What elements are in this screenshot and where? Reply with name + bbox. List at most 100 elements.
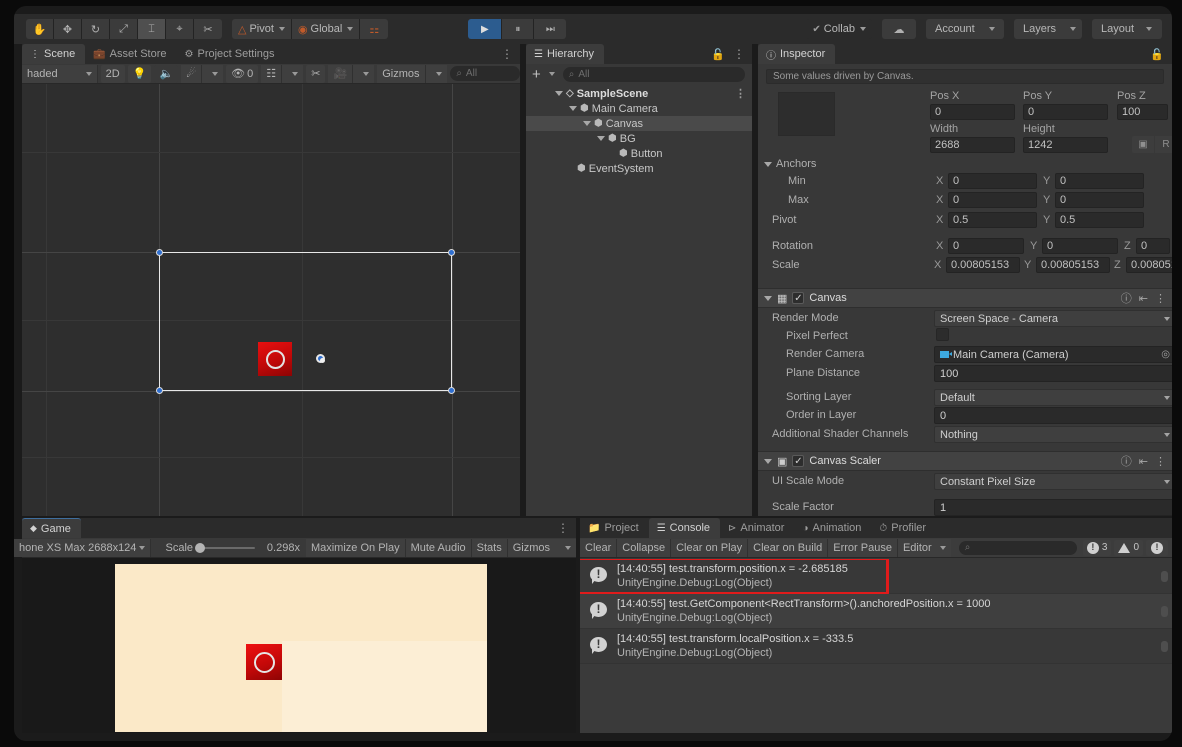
account-button[interactable]: Account xyxy=(925,19,1004,39)
transform-tool-button[interactable]: ⌖ xyxy=(166,19,194,39)
canvas-component-header[interactable]: ▦ ✓ Canvas ⓘ ⇤ ⋮ xyxy=(758,288,1172,308)
pos-y-field[interactable]: 0 xyxy=(1023,104,1108,120)
collapse-toggle[interactable]: Collapse xyxy=(617,538,672,557)
anchor-preset-button[interactable] xyxy=(778,92,835,136)
render-camera-field[interactable]: Main Camera (Camera) ◎ xyxy=(934,346,1172,363)
anchor-max-y-field[interactable]: 0 xyxy=(1055,192,1144,208)
preset-icon[interactable]: ⇤ xyxy=(1139,292,1148,305)
rotation-x-field[interactable]: 0 xyxy=(948,238,1024,254)
scrollbar-thumb[interactable] xyxy=(1161,571,1168,582)
scene-camera-button[interactable]: 🎥 xyxy=(328,64,354,83)
clear-on-build-toggle[interactable]: Clear on Build xyxy=(748,538,829,557)
pause-button[interactable]: ⏸ xyxy=(502,19,535,39)
kebab-icon[interactable]: ⋮ xyxy=(1155,292,1166,305)
hierarchy-item-button[interactable]: ⬢ Button xyxy=(526,146,752,161)
hidden-objects-button[interactable]: 👁 0 xyxy=(226,64,259,83)
hierarchy-search-input[interactable]: ⌕ All xyxy=(562,66,745,82)
clear-on-play-toggle[interactable]: Clear on Play xyxy=(671,538,749,557)
chevron-down-icon[interactable] xyxy=(569,106,577,111)
scrollbar-thumb[interactable] xyxy=(1161,641,1168,652)
console-log-list[interactable]: ! [14:40:55] test.transform.position.x =… xyxy=(580,559,1172,733)
scrollbar-thumb[interactable] xyxy=(1161,606,1168,617)
hierarchy-item-main-camera[interactable]: ⬢ Main Camera xyxy=(526,101,752,116)
canvas-scaler-enabled-checkbox[interactable]: ✓ xyxy=(792,455,805,467)
pivot-y-field[interactable]: 0.5 xyxy=(1055,212,1144,228)
anchor-min-x-field[interactable]: 0 xyxy=(948,173,1037,189)
canvas-enabled-checkbox[interactable]: ✓ xyxy=(792,292,805,304)
rotation-z-field[interactable]: 0 xyxy=(1136,238,1170,254)
add-gameobject-button[interactable]: + xyxy=(532,67,555,82)
blueprint-mode-icon[interactable]: ▣ xyxy=(1132,136,1154,153)
chevron-down-icon[interactable] xyxy=(764,458,772,464)
scene-viewport[interactable]: Tools No custom tools available xyxy=(22,84,520,516)
tab-scene[interactable]: ⋮ Scene xyxy=(22,44,86,64)
order-in-layer-field[interactable]: 0 xyxy=(934,407,1172,424)
warning-count-badge[interactable]: 0 xyxy=(1114,539,1143,556)
move-tool-button[interactable]: ✥ xyxy=(54,19,82,39)
ui-scale-mode-dropdown[interactable]: Constant Pixel Size xyxy=(934,473,1172,490)
chevron-down-icon[interactable] xyxy=(583,121,591,126)
audio-toggle[interactable]: 🔈 xyxy=(154,64,179,83)
render-mode-dropdown[interactable]: Screen Space - Camera xyxy=(934,310,1172,327)
error-count-badge[interactable]: ! 3 xyxy=(1082,539,1112,556)
global-toggle[interactable]: ◉ Global xyxy=(291,19,361,39)
chevron-down-icon[interactable] xyxy=(597,136,605,141)
scene-search-input[interactable]: ⌕ All xyxy=(450,66,521,81)
anchors-foldout[interactable]: Anchors xyxy=(764,158,816,170)
clear-button[interactable]: Clear xyxy=(580,538,618,557)
game-gizmos-toggle[interactable]: Gizmos xyxy=(507,538,555,557)
tab-profiler[interactable]: ⏱ Profiler xyxy=(871,518,936,538)
sorting-layer-dropdown[interactable]: Default xyxy=(934,389,1172,406)
rotate-tool-button[interactable]: ↻ xyxy=(82,19,110,39)
maximize-on-play-toggle[interactable]: Maximize On Play xyxy=(305,538,406,557)
lock-icon[interactable]: 🔓 xyxy=(711,48,725,61)
chevron-down-icon[interactable] xyxy=(555,91,563,96)
tab-inspector[interactable]: ⓘ Inspector xyxy=(758,44,836,64)
rect-tool-button[interactable]: ⌶ xyxy=(138,19,166,39)
game-panel-menu[interactable]: ⋮ xyxy=(557,518,576,538)
tab-project-settings[interactable]: ⚙ Project Settings xyxy=(177,44,285,64)
pivot-toggle[interactable]: △ Pivot xyxy=(232,19,292,39)
tab-console[interactable]: ☰ Console xyxy=(648,518,721,538)
cloud-button[interactable]: ☁ xyxy=(881,19,916,39)
stats-toggle[interactable]: Stats xyxy=(471,538,508,557)
console-log-row[interactable]: ! [14:40:55] test.transform.position.x =… xyxy=(580,559,1172,595)
help-icon[interactable]: ⓘ xyxy=(1121,290,1132,306)
anchor-max-x-field[interactable]: 0 xyxy=(948,192,1037,208)
mute-audio-toggle[interactable]: Mute Audio xyxy=(405,538,472,557)
tab-game[interactable]: ◆ Game xyxy=(22,518,81,538)
kebab-icon[interactable]: ⋮ xyxy=(1155,455,1166,468)
log-count-badge[interactable]: ! xyxy=(1146,539,1168,556)
pivot-x-field[interactable]: 0.5 xyxy=(948,212,1037,228)
game-button-object[interactable] xyxy=(246,644,282,680)
help-icon[interactable]: ⓘ xyxy=(1121,453,1132,469)
scale-slider[interactable] xyxy=(195,542,255,553)
plane-distance-field[interactable]: 100 xyxy=(934,365,1172,382)
pivot-handle[interactable] xyxy=(316,354,325,363)
gizmos-toggle[interactable]: Gizmos xyxy=(377,64,426,83)
step-button[interactable]: ⏭ xyxy=(534,19,567,39)
hierarchy-item-canvas[interactable]: ⬢ Canvas xyxy=(526,116,752,131)
tab-animation[interactable]: ◑ Animation xyxy=(794,518,871,538)
tab-project[interactable]: 📁 Project xyxy=(580,518,649,538)
scale-tool-button[interactable]: ⤢ xyxy=(110,19,138,39)
selection-rect[interactable] xyxy=(156,249,455,394)
tab-hierarchy[interactable]: ☰ Hierarchy xyxy=(526,44,605,64)
lighting-toggle[interactable]: 💡 xyxy=(127,64,152,83)
gizmos-dropdown[interactable] xyxy=(425,64,447,83)
device-dropdown[interactable]: hone XS Max 2688x124 xyxy=(14,538,152,557)
error-pause-toggle[interactable]: Error Pause xyxy=(828,538,898,557)
object-picker-icon[interactable]: ◎ xyxy=(1161,349,1170,360)
scene-visibility-dropdown[interactable] xyxy=(282,64,304,83)
scale-y-field[interactable]: 0.00805153 xyxy=(1036,257,1110,273)
handle-bottom-right[interactable] xyxy=(448,387,455,394)
width-field[interactable]: 2688 xyxy=(930,137,1015,153)
shader-channels-dropdown[interactable]: Nothing xyxy=(934,426,1172,443)
layers-button[interactable]: Layers xyxy=(1013,19,1083,39)
hierarchy-item-eventsystem[interactable]: ⬢ EventSystem xyxy=(526,161,752,176)
hand-tool-button[interactable]: ✋ xyxy=(26,19,54,39)
scene-visibility-toggle[interactable]: ☷ xyxy=(261,64,283,83)
rotation-y-field[interactable]: 0 xyxy=(1042,238,1118,254)
scene-camera-dropdown[interactable] xyxy=(353,64,375,83)
draw-mode-dropdown[interactable]: haded xyxy=(22,64,98,83)
